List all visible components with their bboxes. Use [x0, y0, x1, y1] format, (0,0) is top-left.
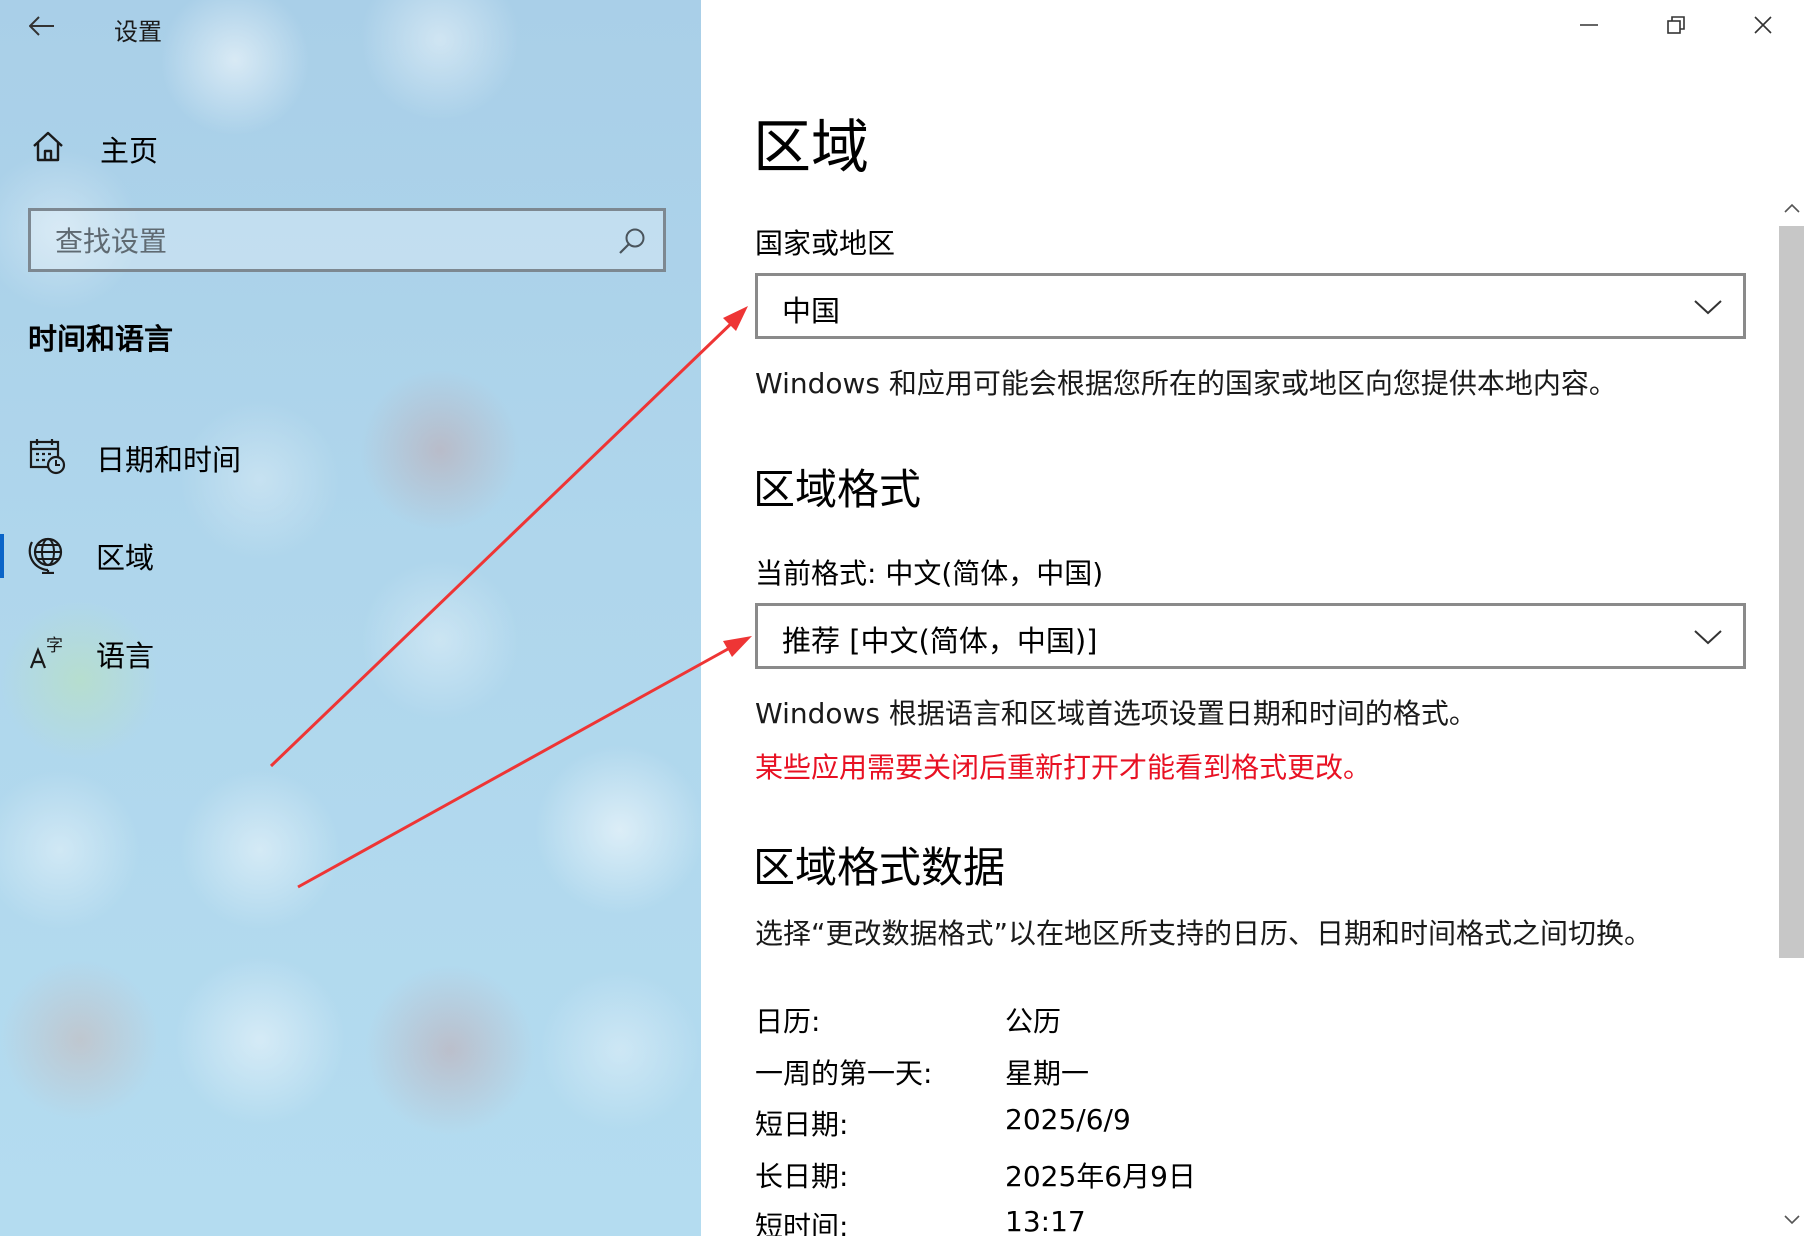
scroll-up-button[interactable]	[1777, 192, 1806, 224]
selection-indicator	[0, 534, 4, 578]
country-dropdown[interactable]: 中国	[755, 273, 1746, 339]
restore-icon	[1666, 16, 1685, 34]
regional-format-description: Windows 根据语言和区域首选项设置日期和时间的格式。	[755, 697, 1477, 730]
language-icon: 字	[29, 636, 63, 669]
format-data-row: 短日期: 2025/6/9	[755, 1103, 1455, 1143]
country-description: Windows 和应用可能会根据您所在的国家或地区向您提供本地内容。	[755, 367, 1617, 400]
restore-button[interactable]	[1632, 0, 1719, 50]
globe-icon	[28, 537, 63, 574]
format-data-row: 日历: 公历	[755, 1000, 1455, 1040]
close-icon	[1753, 16, 1772, 34]
format-data-heading: 区域格式数据	[753, 843, 1006, 892]
window-title: 设置	[114, 18, 162, 46]
close-button[interactable]	[1719, 0, 1806, 50]
main-content: 区域 国家或地区 中国 Windows 和应用可能会根据您所在的国家或地区向您提…	[701, 0, 1806, 1236]
format-data-value: 13:17	[1005, 1205, 1086, 1236]
format-data-key: 一周的第一天:	[755, 1057, 933, 1090]
page-title: 区域	[753, 113, 870, 181]
format-data-key: 短日期:	[755, 1108, 849, 1141]
sidebar-item-label: 主页	[100, 134, 159, 168]
search-box[interactable]	[28, 208, 666, 272]
sidebar-item-label: 区域	[96, 541, 155, 575]
minimize-button[interactable]	[1545, 0, 1632, 50]
sidebar-item-label: 语言	[96, 639, 155, 673]
sidebar-item-label: 日期和时间	[96, 443, 242, 477]
chevron-down-icon	[1694, 300, 1722, 315]
back-button[interactable]	[18, 4, 66, 48]
country-dropdown-value: 中国	[782, 294, 841, 328]
country-label: 国家或地区	[755, 227, 896, 260]
regional-format-heading: 区域格式	[753, 465, 922, 514]
calendar-clock-icon	[29, 439, 66, 475]
regional-format-dropdown[interactable]: 推荐 [中文(简体，中国)]	[755, 603, 1746, 669]
format-data-key: 短时间:	[755, 1210, 849, 1236]
format-data-value: 星期一	[1005, 1057, 1090, 1090]
format-data-value: 公历	[1005, 1005, 1062, 1038]
regional-format-dropdown-value: 推荐 [中文(简体，中国)]	[782, 624, 1098, 658]
format-data-value: 2025年6月9日	[1005, 1160, 1196, 1193]
format-data-description: 选择“更改数据格式”以在地区所支持的日历、日期和时间格式之间切换。	[755, 917, 1653, 950]
window-caption-buttons	[1545, 0, 1806, 50]
chevron-up-icon	[1783, 203, 1800, 213]
sidebar-section-title: 时间和语言	[28, 322, 174, 356]
format-data-key: 长日期:	[755, 1160, 849, 1193]
chevron-down-icon	[1694, 630, 1722, 645]
format-data-row: 长日期: 2025年6月9日	[755, 1155, 1455, 1195]
sidebar-item-region[interactable]: 区域	[0, 520, 701, 590]
svg-text:字: 字	[46, 636, 63, 656]
sidebar-item-date-time[interactable]: 日期和时间	[0, 422, 701, 492]
scroll-down-button[interactable]	[1777, 1204, 1806, 1236]
format-data-key: 日历:	[755, 1005, 821, 1038]
sidebar-item-home[interactable]: 主页	[0, 118, 701, 174]
sidebar: 设置 主页 时间和语言 日期和时间 区域	[0, 0, 701, 1236]
search-icon[interactable]	[617, 226, 647, 256]
search-input[interactable]	[53, 219, 597, 263]
scroll-thumb[interactable]	[1779, 226, 1804, 958]
format-data-value: 2025/6/9	[1005, 1103, 1131, 1136]
restart-warning: 某些应用需要关闭后重新打开才能看到格式更改。	[755, 751, 1372, 784]
sidebar-item-language[interactable]: 字 语言	[0, 618, 701, 688]
format-data-row: 短时间: 13:17	[755, 1205, 1455, 1236]
chevron-down-icon	[1783, 1215, 1800, 1225]
current-format-label: 当前格式: 中文(简体，中国)	[755, 557, 1104, 590]
arrow-left-icon	[29, 16, 54, 36]
vertical-scrollbar[interactable]	[1777, 192, 1806, 1236]
minimize-icon	[1579, 24, 1598, 26]
home-icon	[33, 131, 63, 162]
format-data-row: 一周的第一天: 星期一	[755, 1052, 1455, 1092]
